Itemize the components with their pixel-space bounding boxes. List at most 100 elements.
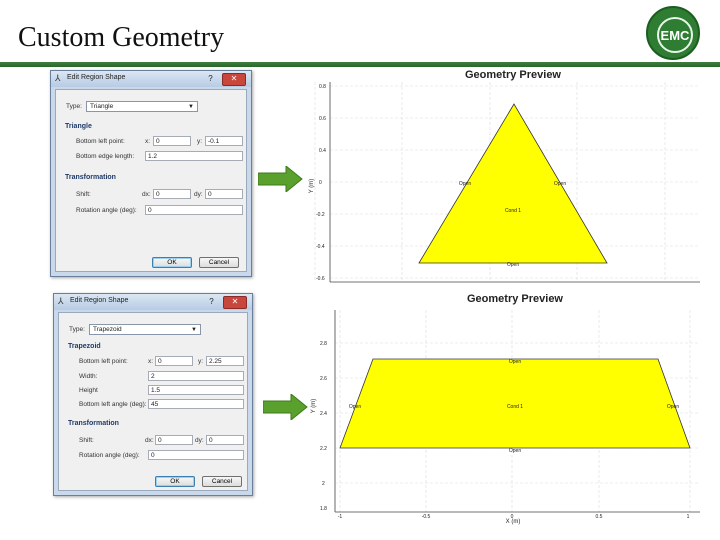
section-transformation: Transformation <box>68 420 119 427</box>
region-label: Cond 1 <box>507 404 523 410</box>
rotation-angle-label: Rotation angle (deg): <box>79 452 140 459</box>
x-tick-label: 1 <box>687 514 690 520</box>
edit-region-dialog-triangle: ⅄ Edit Region Shape ? ✕ Type: Triangle ▼… <box>50 70 252 277</box>
shift-label: Shift: <box>76 191 91 198</box>
rotation-angle-field[interactable]: 0 <box>145 205 243 215</box>
chevron-down-icon: ▼ <box>188 104 194 110</box>
height-label: Height <box>79 387 98 394</box>
chevron-down-icon: ▼ <box>191 327 197 333</box>
help-button[interactable]: ? <box>205 296 218 307</box>
bottom-left-point-label: Bottom left point: <box>79 358 128 365</box>
dy-label: dy: <box>194 191 203 198</box>
bottom-edge-length-label: Bottom edge length: <box>76 153 135 160</box>
bottom-left-point-label: Bottom left point: <box>76 138 125 145</box>
width-field[interactable]: 2 <box>148 371 244 381</box>
bottom-edge-length-field[interactable]: 1.2 <box>145 151 243 161</box>
y-field[interactable]: -0.1 <box>205 136 243 146</box>
edge-label: Open <box>507 262 519 268</box>
rotation-angle-label: Rotation angle (deg): <box>76 207 137 214</box>
cancel-button[interactable]: Cancel <box>202 476 242 487</box>
dialog-body: Type: Trapezoid ▼ Trapezoid Bottom left … <box>58 312 248 491</box>
dialog-title: Edit Region Shape <box>67 74 126 81</box>
type-select[interactable]: Triangle ▼ <box>86 101 198 112</box>
y-label: y: <box>198 358 204 365</box>
ok-button[interactable]: OK <box>152 257 192 268</box>
type-label: Type: <box>69 326 85 333</box>
geometry-preview-triangle: Geometry Preview Y (m) 0.8 0.6 0.4 0 -0.… <box>305 64 705 286</box>
section-transformation: Transformation <box>65 174 116 181</box>
bottom-left-angle-field[interactable]: 45 <box>148 399 244 409</box>
help-button[interactable]: ? <box>204 73 217 84</box>
edit-region-dialog-trapezoid: ⅄ Edit Region Shape ? ✕ Type: Trapezoid … <box>53 293 253 496</box>
dialog-title: Edit Region Shape <box>70 297 129 304</box>
dx-label: dx: <box>145 437 154 444</box>
y-axis-label: Y (m) <box>309 179 315 194</box>
y-tick-label: 2.6 <box>320 376 327 382</box>
height-field[interactable]: 1.5 <box>148 385 244 395</box>
x-tick-label: 0.5 <box>596 514 603 520</box>
section-trapezoid: Trapezoid <box>68 343 101 350</box>
dialog-titlebar[interactable]: ⅄ Edit Region Shape ? ✕ <box>54 294 252 310</box>
close-button[interactable]: ✕ <box>223 296 247 309</box>
type-label: Type: <box>66 103 82 110</box>
y-tick-label: 0 <box>319 180 322 186</box>
region-label: Cond 1 <box>505 208 521 214</box>
app-icon: ⅄ <box>55 73 61 83</box>
dy-label: dy: <box>195 437 204 444</box>
dx-field[interactable]: 0 <box>153 189 191 199</box>
right-arrow-icon <box>262 392 309 422</box>
y-tick-label: 0.6 <box>319 116 326 122</box>
x-label: x: <box>148 358 154 365</box>
y-tick-label: 0.8 <box>319 84 326 90</box>
edge-label: Open <box>349 404 361 410</box>
bottom-left-angle-label: Bottom left angle (deg): <box>79 401 147 408</box>
triangle-region <box>418 103 608 264</box>
edge-label: Open <box>509 359 521 365</box>
dialog-titlebar[interactable]: ⅄ Edit Region Shape ? ✕ <box>51 71 251 87</box>
y-tick-label: -0.6 <box>316 276 325 282</box>
close-button[interactable]: ✕ <box>222 73 246 86</box>
x-tick-label: 0 <box>511 514 514 520</box>
emc-logo: EMC <box>646 6 700 60</box>
section-triangle: Triangle <box>65 123 92 130</box>
y-tick-label: -0.2 <box>316 212 325 218</box>
y-axis-label: Y (m) <box>311 399 317 414</box>
x-field[interactable]: 0 <box>153 136 191 146</box>
x-tick-label: -0.5 <box>422 514 431 520</box>
y-tick-label: 0.4 <box>319 148 326 154</box>
y-tick-label: 2.8 <box>320 341 327 347</box>
ok-button[interactable]: OK <box>155 476 195 487</box>
preview-title: Geometry Preview <box>465 69 561 81</box>
y-tick-label: 2 <box>322 481 325 487</box>
geometry-preview-trapezoid: Geometry Preview Y (m) X (m) 2.8 2.6 2.4… <box>305 288 705 528</box>
dx-label: dx: <box>142 191 151 198</box>
type-select[interactable]: Trapezoid ▼ <box>89 324 201 335</box>
y-tick-label: 1.8 <box>320 506 327 512</box>
y-tick-label: -0.4 <box>316 244 325 250</box>
x-field[interactable]: 0 <box>155 356 193 366</box>
dx-field[interactable]: 0 <box>155 435 193 445</box>
preview-title: Geometry Preview <box>467 293 563 305</box>
edge-label: Open <box>667 404 679 410</box>
x-label: x: <box>145 138 151 145</box>
app-icon: ⅄ <box>58 296 64 306</box>
logo-text: EMC <box>657 17 693 53</box>
edge-label: Open <box>509 448 521 454</box>
type-select-value: Triangle <box>90 103 114 110</box>
edge-label: Open <box>554 181 566 187</box>
width-label: Width: <box>79 373 98 380</box>
x-tick-label: -1 <box>338 514 343 520</box>
slide-title: Custom Geometry <box>18 22 225 53</box>
y-tick-label: 2.2 <box>320 446 327 452</box>
dialog-body: Type: Triangle ▼ Triangle Bottom left po… <box>55 89 247 272</box>
rotation-angle-field[interactable]: 0 <box>148 450 244 460</box>
dy-field[interactable]: 0 <box>206 435 244 445</box>
type-select-value: Trapezoid <box>93 326 122 333</box>
y-tick-label: 2.4 <box>320 411 327 417</box>
shift-label: Shift: <box>79 437 94 444</box>
edge-label: Open <box>459 181 471 187</box>
dy-field[interactable]: 0 <box>205 189 243 199</box>
y-label: y: <box>197 138 203 145</box>
cancel-button[interactable]: Cancel <box>199 257 239 268</box>
y-field[interactable]: 2.25 <box>206 356 244 366</box>
